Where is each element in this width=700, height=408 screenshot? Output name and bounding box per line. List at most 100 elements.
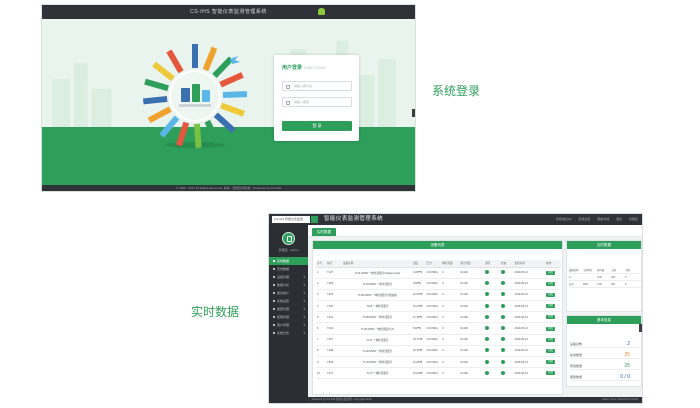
realtime-row[interactable]: A 0.00 100 0 bbox=[569, 274, 641, 281]
detail-button[interactable]: 详情 bbox=[546, 337, 555, 342]
sidebar-item[interactable]: 权限管理 ▾ bbox=[269, 313, 308, 321]
stat-row: 离线数量 25 bbox=[570, 362, 640, 370]
cell-device-name: TL18 DN50 一体化流量计 bbox=[341, 345, 412, 358]
cell-update-time: 2019-05-14 bbox=[513, 322, 546, 335]
top-link[interactable]: 系统设置 bbox=[578, 217, 590, 221]
cell-comm bbox=[484, 311, 500, 324]
table-row[interactable]: 4 T130 TL06 一体化流量计 12.00℃ 0.00 MPa 0 Nm3/h 2019… bbox=[316, 300, 561, 313]
cell-device-name: TL06 一体化流量计 bbox=[341, 300, 412, 313]
pressure-unit: MPa bbox=[432, 327, 438, 331]
android-icon[interactable] bbox=[318, 8, 325, 15]
cell-comm bbox=[484, 367, 500, 380]
avatar[interactable] bbox=[282, 232, 295, 245]
cell-update-time: 2019-05-14 bbox=[513, 334, 546, 346]
cell-index: 1 bbox=[316, 267, 327, 279]
pressure-value: 0.00 bbox=[426, 315, 432, 319]
sidebar-item[interactable]: 用户管理 ▾ bbox=[269, 321, 308, 329]
sidebar-item[interactable]: 设备管理 ▾ bbox=[269, 273, 308, 281]
cell-station: T137 bbox=[326, 334, 342, 346]
cell-temperature: 12.00℃ bbox=[411, 300, 426, 313]
cell-index: 6 bbox=[316, 322, 327, 335]
chevron-down-icon[interactable] bbox=[311, 216, 318, 223]
cell-device-name: TL05 DN50 一体化流量计(测试站) bbox=[341, 289, 412, 302]
top-link[interactable]: 退出 bbox=[616, 217, 622, 221]
tab-realtime[interactable]: 实时数据 bbox=[312, 228, 336, 236]
detail-button[interactable]: 详情 bbox=[546, 315, 555, 320]
table-row[interactable]: 6 T132 TL09 DN50 一体化流量计(A) 8.18℃ 0.00 MPa 0 Nm… bbox=[316, 322, 561, 335]
cell-action: 详情 bbox=[545, 356, 561, 369]
stat-value: 25 bbox=[624, 352, 630, 358]
sidebar-item[interactable]: 数据分析 ▾ bbox=[269, 281, 308, 289]
table-row[interactable]: 10 T170 TL70 一体化流量计 12.04℃ 0.00 MPa 0 Nm3/h 201… bbox=[316, 367, 561, 380]
sidebar-item[interactable]: 系统设置 ▾ bbox=[269, 297, 308, 305]
table-row[interactable]: 2 T128 TL03 DN50 一体化流量计 9.66℃ 0.00 MPa 0 Nm3/h… bbox=[316, 278, 561, 290]
detail-button[interactable]: 详情 bbox=[546, 348, 555, 353]
sidebar-item-label: 实时数据 bbox=[277, 259, 290, 263]
chevron-down-icon: ▾ bbox=[303, 331, 305, 335]
detail-button[interactable]: 详情 bbox=[546, 371, 555, 376]
realtime-panel: 实时数据 通道名称 工程单位 实时值 上限 下限 A 0.00 100 0 压力 MPa 0.00 10… bbox=[566, 240, 642, 312]
status-icon bbox=[500, 281, 505, 286]
table-row[interactable]: 9 T139 TL19 DN50 一体化流量计 11.00℃ 0.00 MPa 0 Nm3/… bbox=[316, 356, 561, 369]
cell-station: T170 bbox=[326, 367, 342, 380]
username-field[interactable]: 请输入用户名 bbox=[282, 81, 352, 91]
table-row[interactable]: 3 T129 TL05 DN50 一体化流量计(测试站) 12.06℃ 0.00 MPa… bbox=[316, 289, 561, 302]
cell-comm bbox=[484, 356, 500, 369]
top-link[interactable]: 管理员 bbox=[629, 217, 638, 221]
realtime-row[interactable]: 压力 MPa 0.00 100 0 bbox=[569, 281, 641, 288]
detail-button[interactable]: 详情 bbox=[546, 270, 555, 275]
tab-strip: 实时数据 bbox=[308, 225, 642, 237]
menu-icon bbox=[273, 268, 275, 271]
cell-index: 3 bbox=[316, 289, 327, 302]
column-header: 通道名称 bbox=[569, 269, 579, 272]
pressure-value: 0.00 bbox=[426, 371, 432, 375]
temperature-unit: ℃ bbox=[419, 304, 423, 308]
sidebar-item[interactable]: 历史数据 bbox=[269, 265, 308, 273]
cell-update-time: 2019-05-14 bbox=[513, 311, 546, 324]
sidebar-item[interactable]: 实时数据 bbox=[269, 257, 308, 265]
login-button[interactable]: 登 录 bbox=[282, 121, 352, 131]
cell-station: T130 bbox=[326, 300, 342, 313]
cell-station: T131 bbox=[326, 311, 342, 324]
chevron-down-icon: ▾ bbox=[303, 275, 305, 279]
login-subtitle-text: USER LOGIN bbox=[304, 66, 326, 70]
table-row[interactable]: 7 T137 TL17 一体化流量计 10.71℃ 0.00 MPa 0 Nm3/h 2019… bbox=[316, 334, 561, 346]
detail-button[interactable]: 详情 bbox=[546, 292, 555, 297]
menu-icon bbox=[273, 260, 275, 263]
detail-button[interactable]: 详情 bbox=[546, 360, 555, 365]
detail-button[interactable]: 详情 bbox=[546, 281, 555, 286]
table-row[interactable]: 1 T127 TL01 DN50 一体化流量计(Saisaml-test) 11.85… bbox=[316, 267, 561, 279]
sidebar-item[interactable]: 系统日志 ▾ bbox=[269, 329, 308, 337]
cell-update-time: 2019-05-14 bbox=[513, 267, 546, 279]
cell-index: 5 bbox=[316, 311, 327, 324]
sidebar-item-label: 报表统计 bbox=[277, 291, 290, 295]
top-link[interactable]: 系统消息(0) bbox=[556, 217, 572, 221]
login-scrollbar[interactable] bbox=[412, 109, 415, 117]
cell-status bbox=[499, 322, 514, 335]
sidebar-item-label: 用户管理 bbox=[277, 323, 290, 327]
password-field[interactable]: 请输入密码 bbox=[282, 97, 352, 107]
sidebar-item[interactable]: 报警管理 ▾ bbox=[269, 305, 308, 313]
cell-comm bbox=[484, 334, 500, 346]
column-header: 工程单位 bbox=[583, 269, 593, 272]
detail-button[interactable]: 详情 bbox=[546, 326, 555, 331]
pressure-unit: MPa bbox=[432, 282, 438, 286]
pressure-unit: MPa bbox=[432, 271, 438, 275]
cell-index: 10 bbox=[316, 367, 327, 380]
dashboard-scrollbar[interactable] bbox=[639, 324, 642, 332]
cell-update-time: 2019-05-14 bbox=[513, 356, 546, 369]
realtime-header-row: 通道名称 工程单位 实时值 上限 下限 bbox=[569, 267, 641, 274]
table-row[interactable]: 5 T131 TL08 DN50 一体化流量计 11.40℃ 0.00 MPa 0 Nm3/… bbox=[316, 311, 561, 324]
detail-button[interactable]: 详情 bbox=[546, 304, 555, 309]
cell-device-name: TL17 一体化流量计 bbox=[341, 334, 412, 346]
column-header: 瞬时流量 bbox=[441, 260, 460, 268]
column-header: 站号 bbox=[326, 260, 342, 268]
online-status-icon bbox=[485, 303, 490, 308]
sidebar-item[interactable]: 报表统计 ▾ bbox=[269, 289, 308, 297]
project-select[interactable]: CS-IHS 智能仪表监测 bbox=[272, 216, 310, 223]
pressure-value: 0.00 bbox=[426, 304, 432, 308]
table-row[interactable]: 8 T138 TL18 DN50 一体化流量计 10.33℃ 0.00 MPa 0 Nm3/… bbox=[316, 345, 561, 358]
top-link[interactable]: 帮助文档 bbox=[597, 217, 609, 221]
cell-index: 2 bbox=[316, 278, 327, 290]
column-header: 通讯 bbox=[484, 260, 500, 268]
